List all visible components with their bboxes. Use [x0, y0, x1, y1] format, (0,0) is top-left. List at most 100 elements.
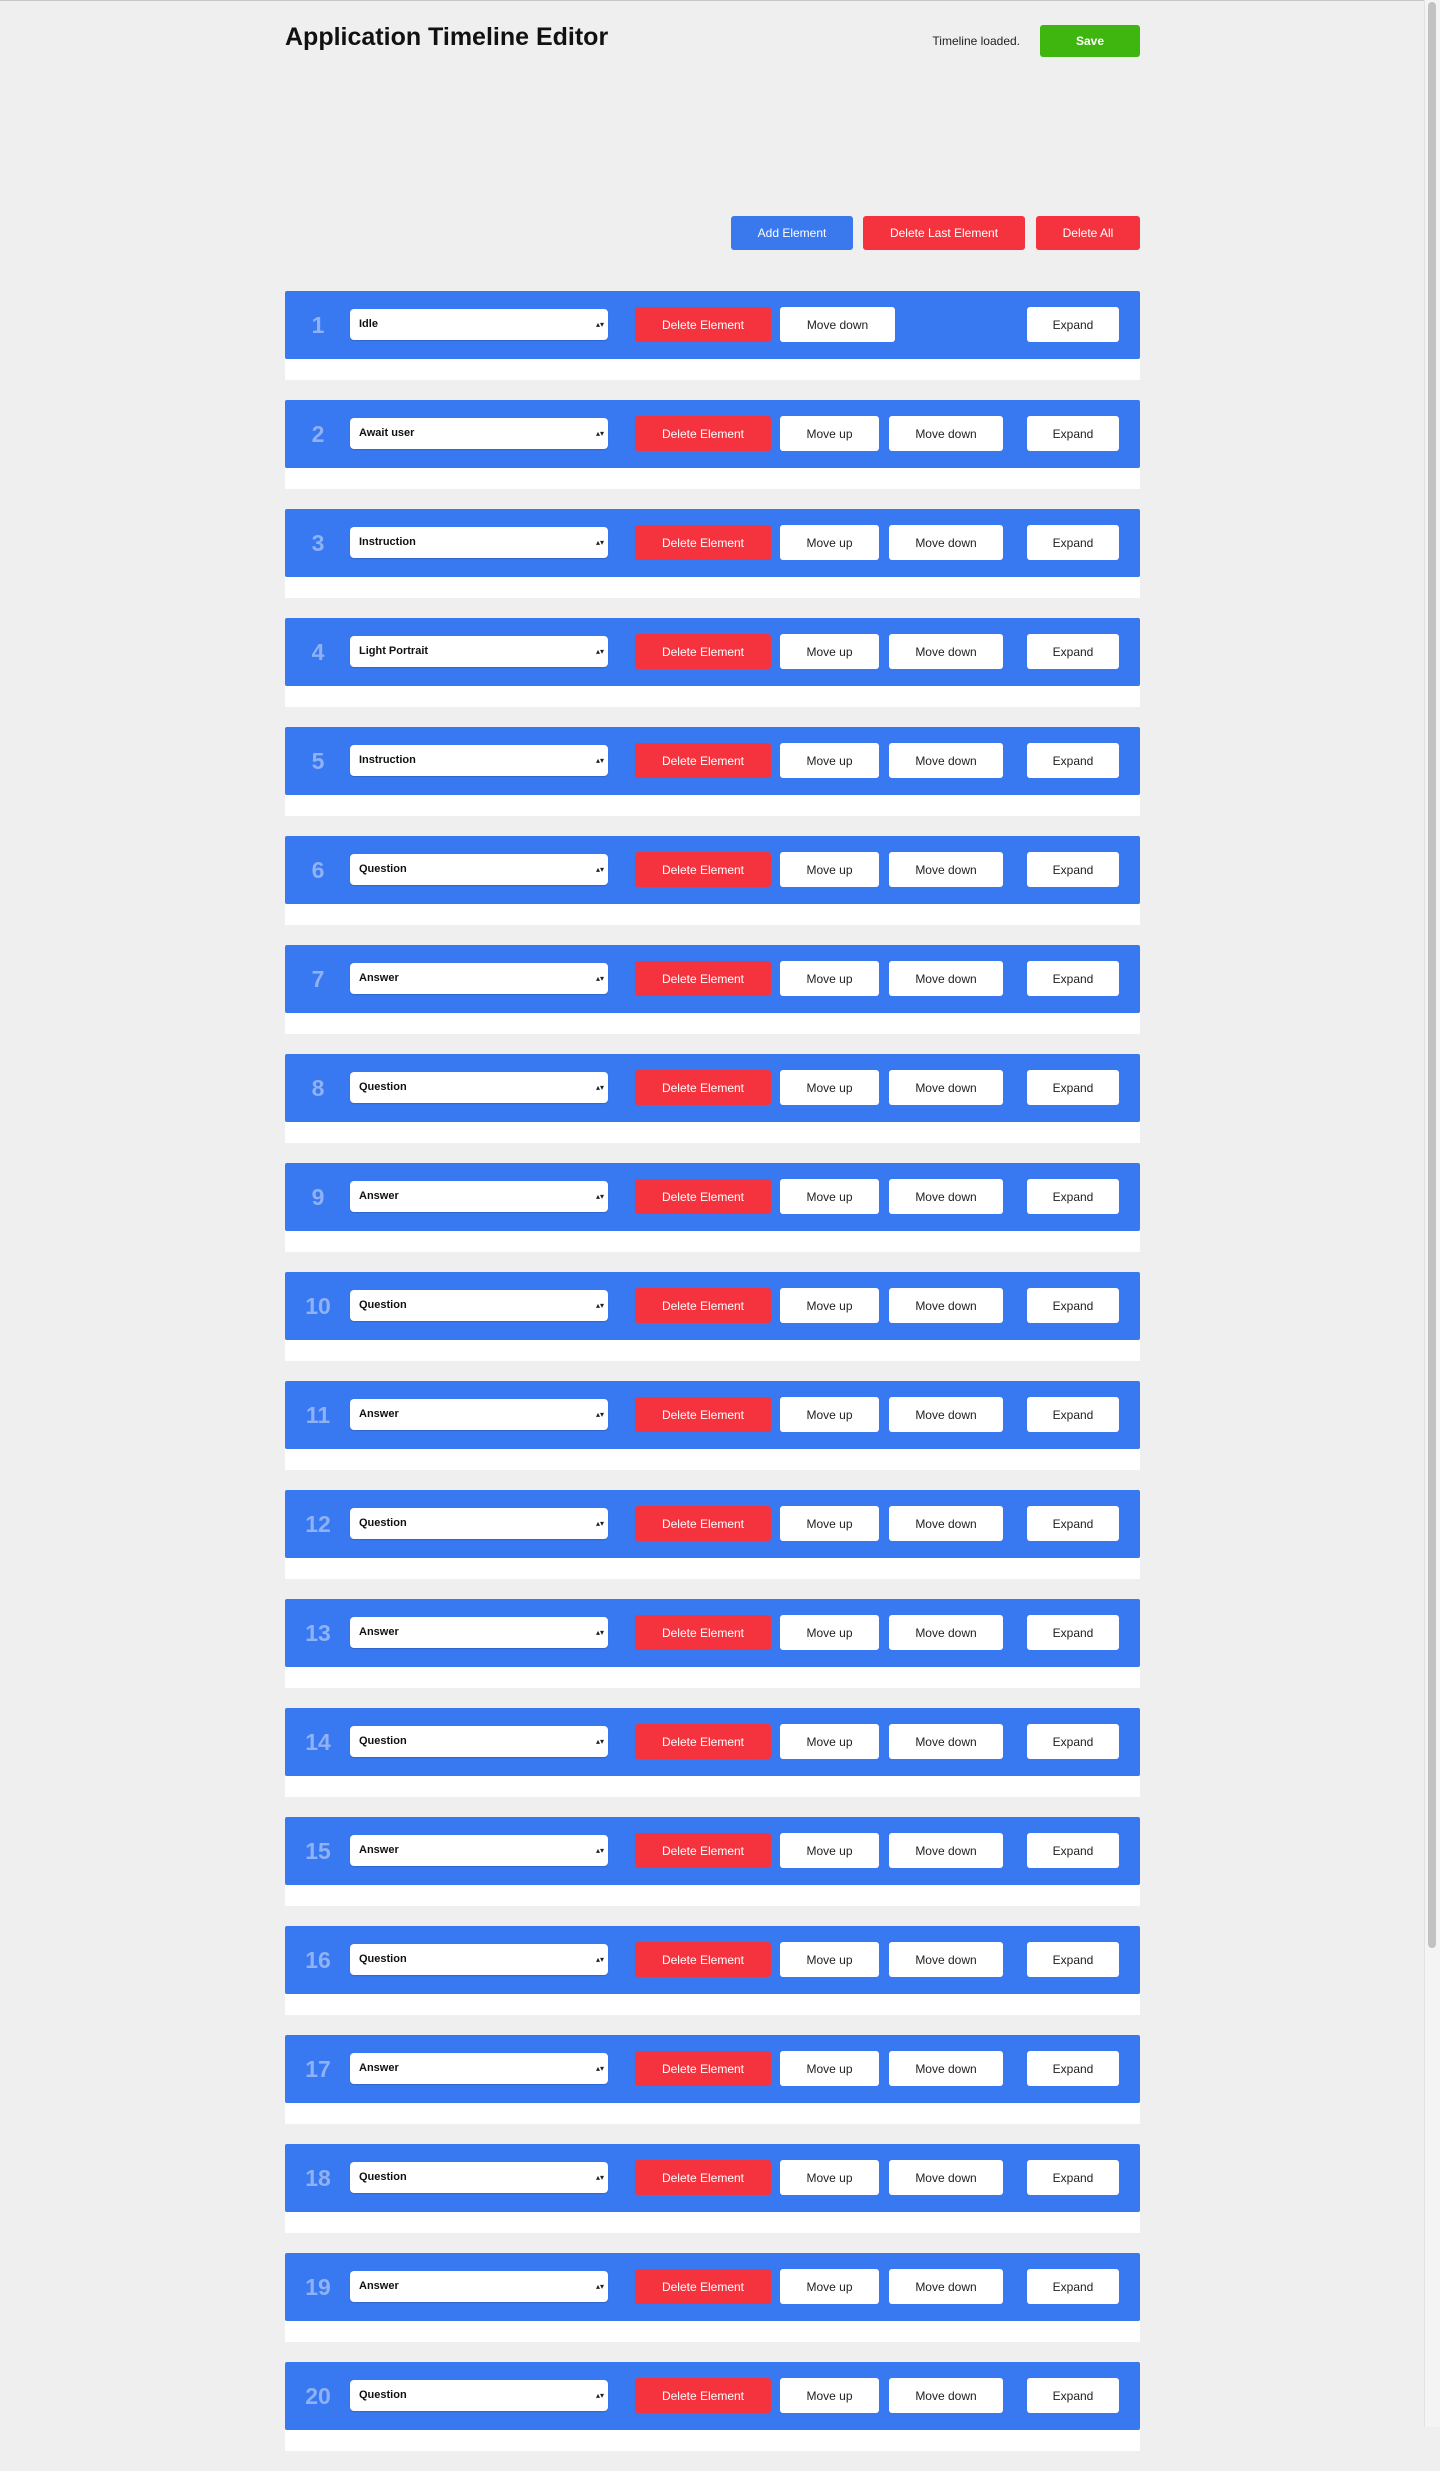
element-type-select[interactable]: Question ▴▾ [350, 1290, 608, 1321]
element-type-select[interactable]: Answer ▴▾ [350, 2053, 608, 2084]
save-button[interactable]: Save [1040, 25, 1140, 57]
move-up-button[interactable]: Move up [780, 961, 879, 996]
element-type-select[interactable]: Answer ▴▾ [350, 1181, 608, 1212]
expand-button[interactable]: Expand [1027, 1506, 1119, 1541]
expand-button[interactable]: Expand [1027, 634, 1119, 669]
element-type-select[interactable]: Question ▴▾ [350, 2380, 608, 2411]
element-type-select[interactable]: Await user ▴▾ [350, 418, 608, 449]
move-up-button[interactable]: Move up [780, 1724, 879, 1759]
move-up-button[interactable]: Move up [780, 852, 879, 887]
expand-button[interactable]: Expand [1027, 852, 1119, 887]
move-up-button[interactable]: Move up [780, 525, 879, 560]
move-down-button[interactable]: Move down [889, 1397, 1003, 1432]
expand-button[interactable]: Expand [1027, 525, 1119, 560]
element-type-select[interactable]: Question ▴▾ [350, 1508, 608, 1539]
move-up-button[interactable]: Move up [780, 1942, 879, 1977]
delete-element-button[interactable]: Delete Element [635, 1397, 771, 1432]
delete-element-button[interactable]: Delete Element [635, 961, 771, 996]
element-type-select[interactable]: Instruction ▴▾ [350, 527, 608, 558]
move-down-button[interactable]: Move down [889, 1288, 1003, 1323]
expand-button[interactable]: Expand [1027, 416, 1119, 451]
delete-element-button[interactable]: Delete Element [635, 1833, 771, 1868]
move-down-button[interactable]: Move down [889, 1070, 1003, 1105]
scrollbar-thumb[interactable] [1428, 2, 1436, 1948]
move-up-button[interactable]: Move up [780, 1615, 879, 1650]
expand-button[interactable]: Expand [1027, 961, 1119, 996]
move-down-button[interactable]: Move down [889, 1615, 1003, 1650]
element-type-select[interactable]: Answer ▴▾ [350, 1835, 608, 1866]
move-down-button[interactable]: Move down [889, 1724, 1003, 1759]
element-type-select[interactable]: Light Portrait ▴▾ [350, 636, 608, 667]
move-down-button[interactable]: Move down [889, 1833, 1003, 1868]
delete-element-button[interactable]: Delete Element [635, 1506, 771, 1541]
element-type-select[interactable]: Question ▴▾ [350, 1726, 608, 1757]
move-down-button[interactable]: Move down [889, 2378, 1003, 2413]
delete-element-button[interactable]: Delete Element [635, 1942, 771, 1977]
delete-element-button[interactable]: Delete Element [635, 1288, 771, 1323]
move-up-button[interactable]: Move up [780, 2051, 879, 2086]
delete-element-button[interactable]: Delete Element [635, 743, 771, 778]
move-down-button[interactable]: Move down [889, 1179, 1003, 1214]
move-up-button[interactable]: Move up [780, 2378, 879, 2413]
expand-button[interactable]: Expand [1027, 1179, 1119, 1214]
move-down-button[interactable]: Move down [889, 961, 1003, 996]
element-type-select[interactable]: Answer ▴▾ [350, 963, 608, 994]
move-up-button[interactable]: Move up [780, 2269, 879, 2304]
delete-element-button[interactable]: Delete Element [635, 2378, 771, 2413]
move-up-button[interactable]: Move up [780, 1288, 879, 1323]
element-type-select[interactable]: Question ▴▾ [350, 1072, 608, 1103]
move-up-button[interactable]: Move up [780, 1833, 879, 1868]
move-up-button[interactable]: Move up [780, 634, 879, 669]
delete-element-button[interactable]: Delete Element [635, 634, 771, 669]
delete-element-button[interactable]: Delete Element [635, 2269, 771, 2304]
expand-button[interactable]: Expand [1027, 1724, 1119, 1759]
move-down-button[interactable]: Move down [889, 634, 1003, 669]
move-down-button[interactable]: Move down [889, 2051, 1003, 2086]
move-up-button[interactable]: Move up [780, 2160, 879, 2195]
delete-element-button[interactable]: Delete Element [635, 525, 771, 560]
move-up-button[interactable]: Move up [780, 743, 879, 778]
element-type-select[interactable]: Idle ▴▾ [350, 309, 608, 340]
move-up-button[interactable]: Move up [780, 1179, 879, 1214]
move-down-button[interactable]: Move down [889, 1942, 1003, 1977]
expand-button[interactable]: Expand [1027, 2051, 1119, 2086]
expand-button[interactable]: Expand [1027, 2378, 1119, 2413]
expand-button[interactable]: Expand [1027, 1833, 1119, 1868]
move-down-button[interactable]: Move down [780, 307, 895, 342]
add-element-button[interactable]: Add Element [731, 216, 853, 250]
element-type-select[interactable]: Question ▴▾ [350, 2162, 608, 2193]
move-up-button[interactable]: Move up [780, 416, 879, 451]
expand-button[interactable]: Expand [1027, 1615, 1119, 1650]
move-down-button[interactable]: Move down [889, 525, 1003, 560]
delete-element-button[interactable]: Delete Element [635, 1724, 771, 1759]
expand-button[interactable]: Expand [1027, 2269, 1119, 2304]
delete-element-button[interactable]: Delete Element [635, 1179, 771, 1214]
expand-button[interactable]: Expand [1027, 1397, 1119, 1432]
expand-button[interactable]: Expand [1027, 743, 1119, 778]
move-down-button[interactable]: Move down [889, 2160, 1003, 2195]
delete-element-button[interactable]: Delete Element [635, 1070, 771, 1105]
move-down-button[interactable]: Move down [889, 1506, 1003, 1541]
delete-element-button[interactable]: Delete Element [635, 416, 771, 451]
element-type-select[interactable]: Answer ▴▾ [350, 2271, 608, 2302]
move-down-button[interactable]: Move down [889, 743, 1003, 778]
delete-element-button[interactable]: Delete Element [635, 2051, 771, 2086]
move-up-button[interactable]: Move up [780, 1070, 879, 1105]
delete-element-button[interactable]: Delete Element [635, 2160, 771, 2195]
move-up-button[interactable]: Move up [780, 1506, 879, 1541]
element-type-select[interactable]: Question ▴▾ [350, 854, 608, 885]
move-down-button[interactable]: Move down [889, 852, 1003, 887]
element-type-select[interactable]: Instruction ▴▾ [350, 745, 608, 776]
expand-button[interactable]: Expand [1027, 1070, 1119, 1105]
delete-element-button[interactable]: Delete Element [635, 307, 771, 342]
delete-last-element-button[interactable]: Delete Last Element [863, 216, 1025, 250]
element-type-select[interactable]: Answer ▴▾ [350, 1617, 608, 1648]
move-up-button[interactable]: Move up [780, 1397, 879, 1432]
move-down-button[interactable]: Move down [889, 2269, 1003, 2304]
move-down-button[interactable]: Move down [889, 416, 1003, 451]
expand-button[interactable]: Expand [1027, 2160, 1119, 2195]
expand-button[interactable]: Expand [1027, 1942, 1119, 1977]
delete-element-button[interactable]: Delete Element [635, 852, 771, 887]
expand-button[interactable]: Expand [1027, 1288, 1119, 1323]
element-type-select[interactable]: Answer ▴▾ [350, 1399, 608, 1430]
